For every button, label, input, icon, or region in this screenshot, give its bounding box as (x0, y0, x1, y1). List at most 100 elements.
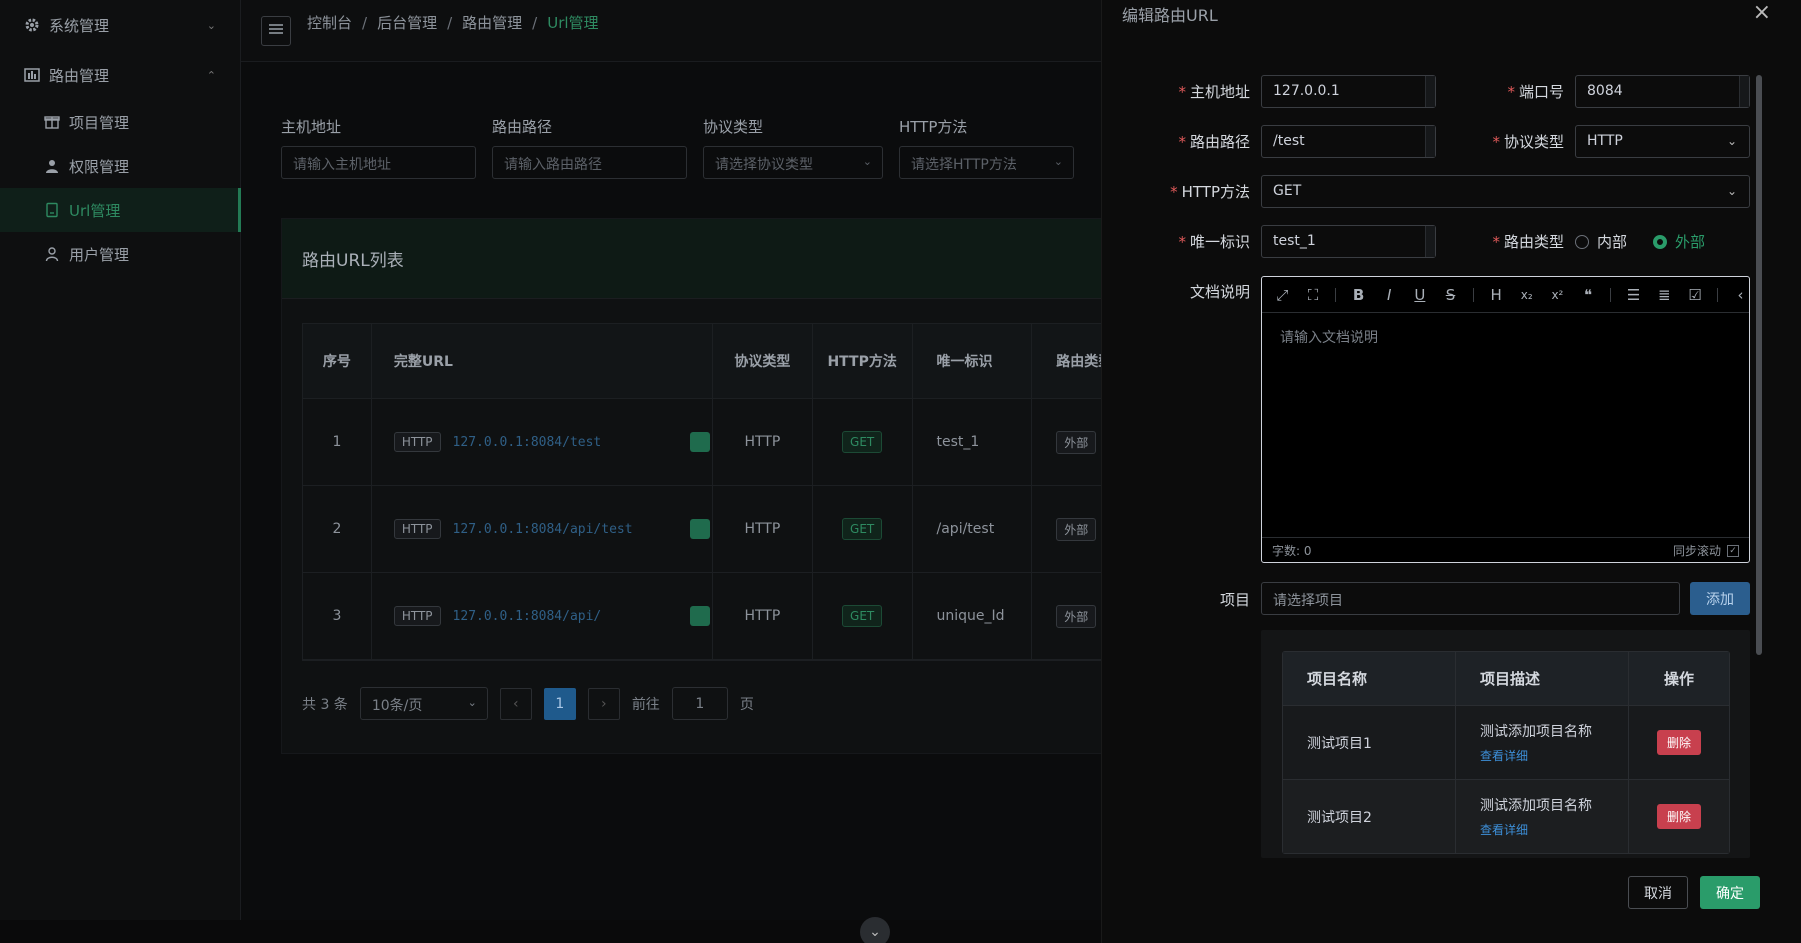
protocol-select[interactable]: 请选择协议类型 ⌄ (703, 146, 883, 179)
unordered-list-icon[interactable]: ☰ (1625, 286, 1642, 304)
sidebar-item-user[interactable]: 用户管理 (0, 232, 240, 276)
chevron-down-icon: ⌄ (206, 18, 216, 32)
chevron-up-icon: ⌃ (206, 68, 216, 82)
view-detail-link[interactable]: 查看详细 (1480, 821, 1628, 838)
sidebar-item-permission[interactable]: 权限管理 (0, 144, 240, 188)
breadcrumb-item[interactable]: 路由管理 (462, 12, 522, 33)
prev-page-button[interactable]: ‹ (499, 687, 532, 720)
breadcrumb-item[interactable]: 后台管理 (377, 12, 437, 33)
pagination: 共 3 条 10条/页 ⌄ ‹ 1 › 前往 1 页 (302, 687, 754, 720)
project-select[interactable]: 请选择项目 (1261, 582, 1680, 615)
expand-icon[interactable]: ⛶ (1305, 286, 1322, 304)
strikethrough-icon[interactable]: S (1442, 286, 1459, 304)
italic-icon[interactable]: I (1381, 286, 1398, 304)
view-detail-link[interactable]: 查看详细 (1480, 747, 1628, 764)
copy-icon[interactable] (690, 606, 711, 626)
filter-method: HTTP方法 请选择HTTP方法 ⌄ (899, 116, 1074, 179)
markdown-editor[interactable]: ⤢ ⛶ B I U S H x₂ x² ❝ ☰ ≣ ☑ ‹ 请输入文档说明 字数… (1261, 276, 1750, 563)
breadcrumb-item[interactable]: 控制台 (307, 12, 352, 33)
input-edge (1739, 76, 1749, 107)
copy-icon[interactable] (690, 519, 711, 539)
project-table: 项目名称 项目描述 操作 测试项目1 测试添加项目名称 查看详细 删除 测试项目… (1282, 651, 1730, 854)
table-row[interactable]: 2 HTTP 127.0.0.1:8084/api/test HTTP GET … (303, 486, 1161, 573)
code-icon[interactable]: ‹ (1732, 286, 1749, 304)
quote-icon[interactable]: ❝ (1580, 286, 1597, 304)
radio-external[interactable]: 外部 (1653, 231, 1705, 252)
port-field[interactable]: 8084 (1575, 75, 1750, 108)
package-icon (44, 114, 60, 130)
cell-protocol: HTTP (713, 399, 813, 485)
ordered-list-icon[interactable]: ≣ (1656, 286, 1673, 304)
copy-icon[interactable] (690, 432, 711, 452)
radio-label: 内部 (1597, 233, 1628, 251)
method-label-text: HTTP方法 (1181, 183, 1250, 201)
uid-label: * 唯一标识 (1178, 233, 1250, 251)
radio-circle-icon (1575, 234, 1589, 249)
uid-field[interactable]: test_1 (1261, 225, 1436, 258)
project-desc: 测试添加项目名称 (1480, 724, 1592, 740)
method-select[interactable]: 请选择HTTP方法 ⌄ (899, 146, 1074, 179)
doc-label: 文档说明 (1100, 281, 1250, 302)
sidebar-item-url[interactable]: Url管理 (0, 188, 241, 232)
sync-scroll-toggle[interactable]: 同步滚动 ✓ (1673, 542, 1739, 559)
column-header: 操作 (1663, 670, 1694, 688)
toolbar-divider (1335, 287, 1337, 302)
sidebar-item-project[interactable]: 项目管理 (0, 100, 240, 144)
method-tag: GET (842, 518, 883, 540)
column-header: 项目名称 (1283, 652, 1456, 705)
cancel-button[interactable]: 取消 (1628, 876, 1688, 909)
menu-toggle-button[interactable] (261, 15, 291, 46)
heading-icon[interactable]: H (1488, 286, 1505, 304)
host-input[interactable]: 请输入主机地址 (281, 146, 476, 179)
goto-page-input[interactable]: 1 (671, 687, 728, 720)
sidebar-item-label: 权限管理 (69, 157, 130, 176)
delete-button[interactable]: 删除 (1656, 730, 1701, 755)
project-table-header: 项目名称 项目描述 操作 (1283, 652, 1729, 705)
task-list-icon[interactable]: ☑ (1687, 286, 1704, 304)
next-page-button[interactable]: › (587, 687, 620, 720)
protocol-field[interactable]: HTTP ⌄ (1575, 125, 1750, 158)
url-link[interactable]: 127.0.0.1:8084/test (453, 435, 602, 450)
project-desc-cell: 测试添加项目名称 查看详细 (1456, 780, 1629, 853)
underline-icon[interactable]: U (1412, 286, 1429, 304)
uid-label-text: 唯一标识 (1189, 233, 1250, 251)
page-number-current[interactable]: 1 (543, 687, 576, 720)
table-row[interactable]: 3 HTTP 127.0.0.1:8084/api/ HTTP GET uniq… (303, 573, 1161, 660)
path-input[interactable]: 请输入路由路径 (492, 146, 687, 179)
filter-protocol: 协议类型 请选择协议类型 ⌄ (703, 116, 883, 179)
filter-path: 路由路径 请输入路由路径 (492, 116, 687, 179)
user-icon (44, 158, 60, 174)
close-icon[interactable]: × (1753, 0, 1771, 25)
menu-group-route[interactable]: 路由管理 ⌃ (0, 50, 240, 100)
word-count: 字数: 0 (1272, 543, 1312, 558)
confirm-button[interactable]: 确定 (1700, 876, 1760, 909)
table-row[interactable]: 1 HTTP 127.0.0.1:8084/test HTTP GET test… (303, 399, 1161, 486)
method-field[interactable]: GET ⌄ (1261, 175, 1750, 208)
filter-label: HTTP方法 (899, 118, 968, 136)
cell-protocol: HTTP (713, 486, 813, 572)
subscript-icon[interactable]: x₂ (1518, 288, 1535, 302)
delete-button[interactable]: 删除 (1656, 804, 1701, 829)
add-project-button[interactable]: 添加 (1690, 582, 1750, 615)
menu-group-system[interactable]: 系统管理 ⌄ (0, 0, 240, 50)
radio-internal[interactable]: 内部 (1575, 231, 1627, 252)
page-size-select[interactable]: 10条/页 ⌄ (359, 687, 488, 720)
radio-label: 外部 (1675, 233, 1706, 251)
project-label: 项目 (1100, 589, 1250, 610)
bold-icon[interactable]: B (1350, 286, 1367, 304)
url-link[interactable]: 127.0.0.1:8084/api/ (453, 609, 602, 624)
host-field[interactable]: 127.0.0.1 (1261, 75, 1436, 108)
editor-toolbar: ⤢ ⛶ B I U S H x₂ x² ❝ ☰ ≣ ☑ ‹ (1262, 277, 1749, 313)
drawer-scrollbar[interactable] (1756, 75, 1762, 655)
route-type-tag: 外部 (1056, 517, 1097, 541)
chevron-down-icon[interactable]: ⌄ (860, 917, 890, 943)
route-type-label-text: 路由类型 (1503, 233, 1564, 251)
path-field[interactable]: /test (1261, 125, 1436, 158)
superscript-icon[interactable]: x² (1549, 288, 1566, 302)
filter-label: 协议类型 (703, 118, 764, 136)
cell-no: 1 (303, 399, 372, 485)
fullscreen-icon[interactable]: ⤢ (1274, 286, 1291, 304)
protocol-select-placeholder: 请选择协议类型 (715, 157, 813, 173)
host-field-value: 127.0.0.1 (1273, 83, 1340, 99)
url-link[interactable]: 127.0.0.1:8084/api/test (453, 522, 633, 537)
